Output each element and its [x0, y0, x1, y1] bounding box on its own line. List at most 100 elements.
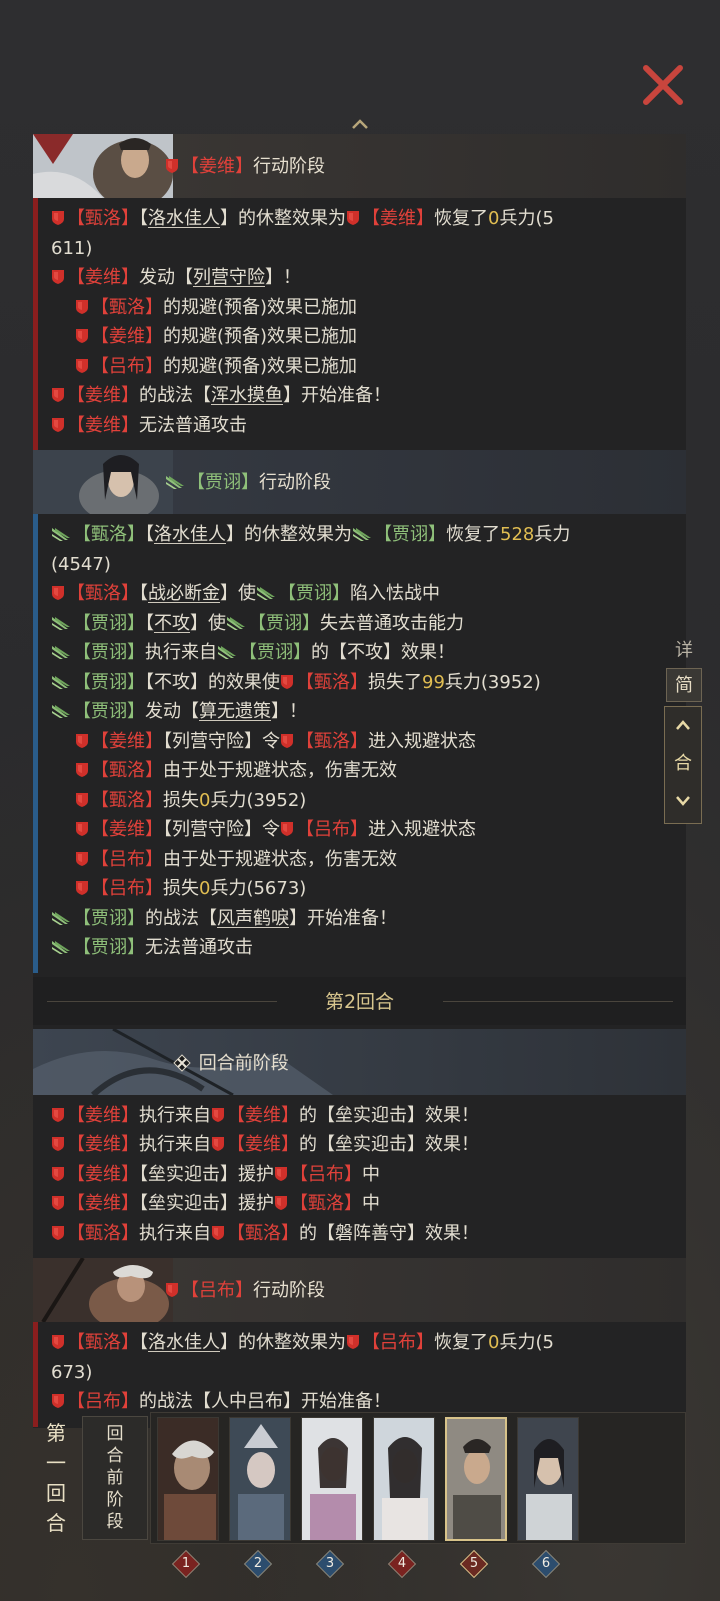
red-shield-icon — [211, 1107, 225, 1123]
red-shield-icon — [51, 269, 65, 285]
expand-collapse-control: 合 — [664, 706, 702, 824]
log-line: 【吕布】损失0兵力(5673) — [33, 874, 686, 904]
swords-icon — [173, 1053, 191, 1072]
phase-header-jiaxu: 【贾诩】行动阶段 — [33, 450, 686, 514]
log-line: 【贾诩】执行来自 【贾诩】的【不攻】效果！ — [33, 638, 686, 668]
red-shield-icon — [274, 1195, 288, 1211]
tab-detail[interactable]: 详 — [666, 634, 702, 668]
red-shield-icon — [75, 821, 89, 837]
red-shield-icon — [75, 733, 89, 749]
current-round-label: 第 一 回 合 — [46, 1421, 66, 1535]
log-line: 【姜维】的战法【浑水摸鱼】开始准备！ — [33, 381, 686, 411]
red-shield-icon — [165, 1282, 179, 1298]
log-line: 【姜维】执行来自 【姜维】的【垒实迎击】效果！ — [33, 1130, 686, 1160]
red-shield-icon — [51, 1107, 65, 1123]
chevron-up-icon[interactable] — [665, 707, 701, 745]
log-line: 【姜维】【列营守险】令 【甄洛】进入规避状态 — [33, 727, 686, 757]
log-line: 【贾诩】发动【算无遗策】！ — [33, 697, 686, 727]
red-shield-icon — [51, 1393, 65, 1409]
red-shield-icon — [75, 880, 89, 896]
hero-card-2[interactable] — [229, 1417, 291, 1541]
turn-timeline: 第 一 回 合 回 合 前 阶 段 — [30, 1408, 690, 1553]
log-block-preround: 【姜维】执行来自 【姜维】的【垒实迎击】效果！ 【姜维】执行来自 【姜维】的【垒实迎… — [33, 1095, 686, 1259]
red-shield-icon — [75, 328, 89, 344]
log-line: 【甄洛】执行来自 【甄洛】的【磐阵善守】效果！ — [33, 1219, 686, 1249]
hero-card-3[interactable] — [301, 1417, 363, 1541]
side-panel: 详 简 合 — [664, 634, 704, 824]
phase-title: 【姜维】行动阶段 — [165, 152, 325, 178]
green-wing-icon — [51, 674, 71, 690]
log-line: 【吕布】由于处于规避状态，伤害无效 — [33, 845, 686, 875]
battle-log-panel[interactable]: 【姜维】行动阶段 【甄洛】【洛水佳人】的休整效果为 【姜维】恢复了0兵力(5 611… — [33, 134, 686, 1428]
red-shield-icon — [51, 387, 65, 403]
phase-header-jiangwei: 【姜维】行动阶段 — [33, 134, 686, 198]
red-shield-icon — [51, 1136, 65, 1152]
log-line: 【贾诩】【不攻】的效果使 【甄洛】损失了99兵力(3952) — [33, 668, 686, 698]
log-line: 【姜维】【垒实迎击】援护 【甄洛】中 — [33, 1189, 686, 1219]
log-line: 【甄洛】损失0兵力(3952) — [33, 786, 686, 816]
red-shield-icon — [211, 1225, 225, 1241]
green-wing-icon — [51, 910, 71, 926]
log-line: 【贾诩】【不攻】使 【贾诩】失去普通攻击能力 — [33, 609, 686, 639]
red-shield-icon — [51, 1225, 65, 1241]
log-line: 【姜维】执行来自 【姜维】的【垒实迎击】效果！ — [33, 1101, 686, 1131]
green-wing-icon — [352, 526, 372, 542]
red-shield-icon — [211, 1136, 225, 1152]
red-shield-icon — [51, 1195, 65, 1211]
red-shield-icon — [280, 821, 294, 837]
green-wing-icon — [51, 644, 71, 660]
log-line: 【贾诩】的战法【风声鹤唳】开始准备！ — [33, 904, 686, 934]
red-shield-icon — [51, 585, 65, 601]
red-shield-icon — [346, 1334, 360, 1350]
red-shield-icon — [51, 1334, 65, 1350]
log-line: 【甄洛】【洛水佳人】的休整效果为 【贾诩】恢复了528兵力 (4547) — [51, 524, 571, 575]
phase-title: 【吕布】行动阶段 — [165, 1276, 325, 1302]
red-shield-icon — [51, 417, 65, 433]
red-shield-icon — [75, 358, 89, 374]
green-wing-icon — [51, 703, 71, 719]
hero-card-4[interactable] — [373, 1417, 435, 1541]
hero-card-5[interactable] — [445, 1417, 507, 1541]
round-separator: 第2回合 — [33, 976, 686, 1025]
round-label: 第2回合 — [324, 990, 395, 1013]
merge-button[interactable]: 合 — [665, 745, 701, 783]
green-wing-icon — [217, 644, 237, 660]
red-shield-icon — [51, 210, 65, 226]
log-line: 【姜维】的规避(预备)效果已施加 — [33, 322, 686, 352]
hero-order-tray — [150, 1412, 686, 1544]
phase-header-preround: 回合前阶段 — [33, 1028, 686, 1095]
pre-round-phase-button[interactable]: 回 合 前 阶 段 — [82, 1416, 148, 1540]
red-shield-icon — [75, 299, 89, 315]
red-shield-icon — [280, 733, 294, 749]
log-line: 【甄洛】【战必断金】使 【贾诩】陷入怯战中 — [33, 579, 686, 609]
green-wing-icon — [51, 615, 71, 631]
green-wing-icon — [256, 585, 276, 601]
hero-card-1[interactable] — [157, 1417, 219, 1541]
green-wing-icon — [165, 474, 185, 490]
red-shield-icon — [75, 762, 89, 778]
chevron-down-icon[interactable] — [665, 783, 701, 821]
red-shield-icon — [75, 792, 89, 808]
close-icon — [643, 65, 683, 105]
log-line: 【姜维】发动【列营守险】！ — [33, 263, 686, 293]
log-line: 【吕布】的规避(预备)效果已施加 — [33, 352, 686, 382]
portrait-lvbu — [33, 1258, 173, 1322]
hero-card-6[interactable] — [517, 1417, 579, 1541]
green-wing-icon — [226, 615, 246, 631]
red-shield-icon — [51, 1166, 65, 1182]
log-line: 【甄洛】【洛水佳人】的休整效果为 【吕布】恢复了0兵力(5 673) — [51, 1332, 554, 1383]
portrait-jiaxu — [33, 450, 173, 514]
tab-brief[interactable]: 简 — [666, 668, 702, 702]
log-line: 【甄洛】【洛水佳人】的休整效果为 【姜维】恢复了0兵力(5 611) — [51, 208, 554, 259]
log-line: 【甄洛】由于处于规避状态，伤害无效 — [33, 756, 686, 786]
green-wing-icon — [51, 939, 71, 955]
log-block-jiangwei: 【甄洛】【洛水佳人】的休整效果为 【姜维】恢复了0兵力(5 611) 【姜维】发动【… — [33, 198, 686, 450]
log-line: 【甄洛】的规避(预备)效果已施加 — [33, 293, 686, 323]
caret-up-icon[interactable] — [352, 119, 368, 129]
portrait-jiangwei — [33, 134, 173, 198]
red-shield-icon — [280, 674, 294, 690]
close-button[interactable] — [638, 60, 688, 110]
phase-title: 回合前阶段 — [173, 1049, 289, 1075]
log-line: 【姜维】【垒实迎击】援护 【吕布】中 — [33, 1160, 686, 1190]
log-line: 【姜维】【列营守险】令 【吕布】进入规避状态 — [33, 815, 686, 845]
